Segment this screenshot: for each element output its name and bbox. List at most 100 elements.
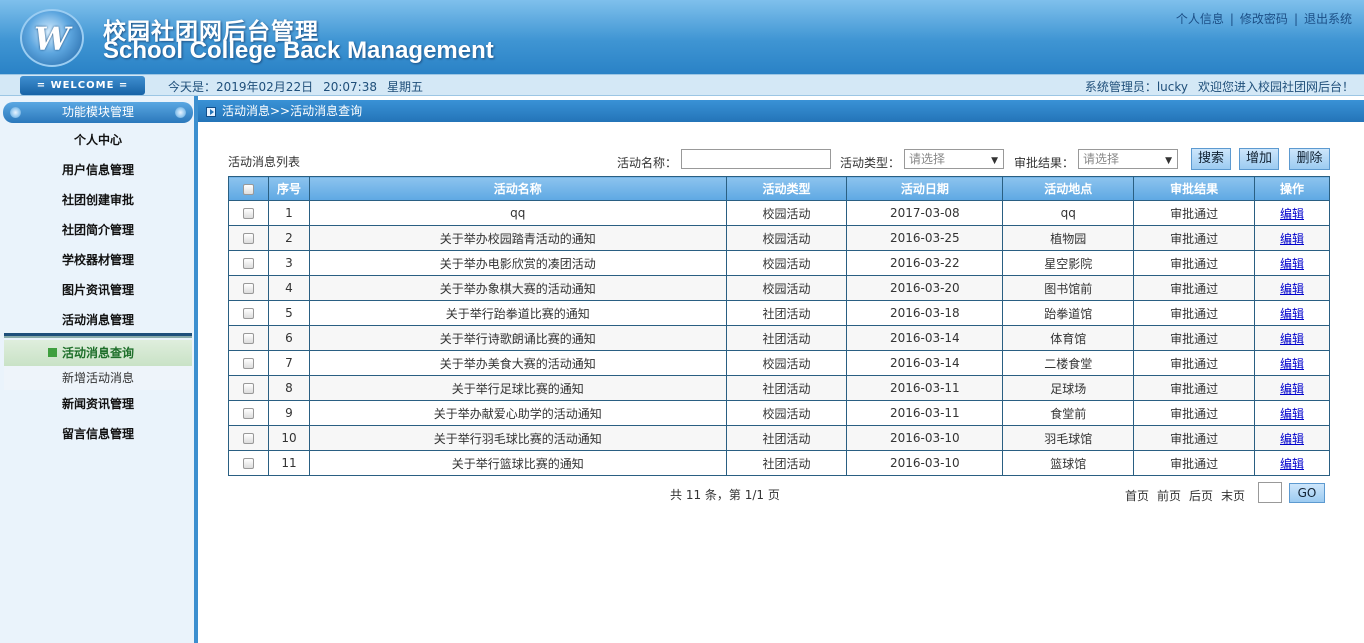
- sidebar-item-images[interactable]: 图片资讯管理: [4, 276, 192, 306]
- activity-name-input[interactable]: [681, 149, 831, 169]
- row-checkbox-cell: [228, 425, 269, 451]
- sidebar-subitem-add-activity[interactable]: 新增活动消息: [4, 366, 192, 390]
- activity-place: 星空影院: [1002, 250, 1135, 276]
- row-number: 2: [267, 225, 310, 251]
- activity-date: 2016-03-10: [846, 450, 1004, 476]
- activity-type: 社团活动: [725, 425, 848, 451]
- approval-result: 审批通过: [1133, 225, 1256, 251]
- approval-result-select[interactable]: 请选择 ▼: [1078, 149, 1178, 169]
- activity-date: 2016-03-20: [846, 275, 1004, 301]
- delete-button[interactable]: 删除: [1289, 148, 1330, 170]
- edit-link[interactable]: 编辑: [1280, 457, 1304, 471]
- sidebar-subitem-label: 活动消息查询: [62, 346, 135, 360]
- last-page-link[interactable]: 末页: [1221, 489, 1245, 503]
- sidebar-item-equipment[interactable]: 学校器材管理: [4, 246, 192, 276]
- row-checkbox[interactable]: [242, 233, 254, 244]
- row-number: 4: [267, 275, 310, 301]
- edit-link[interactable]: 编辑: [1280, 232, 1304, 246]
- link-change-password[interactable]: 修改密码: [1240, 12, 1288, 26]
- edit-link[interactable]: 编辑: [1280, 257, 1304, 271]
- row-checkbox[interactable]: [242, 308, 254, 319]
- activity-type: 社团活动: [725, 450, 848, 476]
- activity-type: 校园活动: [725, 250, 848, 276]
- edit-link[interactable]: 编辑: [1280, 382, 1304, 396]
- column-header: 活动类型: [725, 176, 848, 201]
- sidebar-subitem-activity-query[interactable]: 活动消息查询: [4, 340, 192, 366]
- row-number: 11: [267, 450, 310, 476]
- separator: |: [1293, 12, 1298, 26]
- link-logout[interactable]: 退出系统: [1304, 12, 1352, 26]
- sidebar-item-profile[interactable]: 个人中心: [4, 126, 192, 156]
- row-checkbox[interactable]: [242, 208, 254, 219]
- activity-place: qq: [1002, 200, 1135, 226]
- sidebar-item-users[interactable]: 用户信息管理: [4, 156, 192, 186]
- activity-type: 社团活动: [725, 325, 848, 351]
- sidebar-item-club-approval[interactable]: 社团创建审批: [4, 186, 192, 216]
- table-row: 6 关于举行诗歌朗诵比赛的通知 社团活动 2016-03-14 体育馆 审批通过 编辑: [228, 325, 1330, 351]
- sidebar-item-news[interactable]: 新闻资讯管理: [4, 390, 192, 420]
- activity-name: 关于举办电影欣赏的凑团活动: [308, 250, 727, 276]
- activity-type: 校园活动: [725, 200, 848, 226]
- activity-name: 关于举行篮球比赛的通知: [308, 450, 727, 476]
- sidebar-item-activities[interactable]: 活动消息管理: [4, 306, 192, 336]
- link-profile[interactable]: 个人信息: [1176, 12, 1224, 26]
- edit-link[interactable]: 编辑: [1280, 307, 1304, 321]
- activity-type: 校园活动: [725, 400, 848, 426]
- operation-cell: 编辑: [1254, 350, 1330, 376]
- row-checkbox[interactable]: [242, 383, 254, 394]
- activity-place: 植物园: [1002, 225, 1135, 251]
- search-button[interactable]: 搜索: [1191, 148, 1231, 170]
- edit-link[interactable]: 编辑: [1280, 357, 1304, 371]
- admin-name: 系统管理员：lucky: [1084, 80, 1188, 94]
- row-checkbox[interactable]: [242, 458, 254, 469]
- select-all-header: [228, 176, 269, 201]
- row-checkbox[interactable]: [242, 358, 254, 369]
- header-banner: W 校园社团网后台管理 School College Back Manageme…: [0, 0, 1364, 74]
- row-checkbox[interactable]: [242, 333, 254, 344]
- row-checkbox-cell: [228, 350, 269, 376]
- activity-place: 食堂前: [1002, 400, 1135, 426]
- first-page-link[interactable]: 首页: [1125, 489, 1149, 503]
- activity-type: 校园活动: [725, 275, 848, 301]
- list-title: 活动消息列表: [228, 155, 301, 169]
- bullet-icon: [175, 107, 186, 118]
- sidebar-title: 功能模块管理: [61, 105, 134, 119]
- row-checkbox[interactable]: [242, 433, 254, 444]
- edit-link[interactable]: 编辑: [1280, 282, 1304, 296]
- breadcrumb: 活动消息>>活动消息查询: [198, 100, 1364, 122]
- edit-link[interactable]: 编辑: [1280, 207, 1304, 221]
- prev-page-link[interactable]: 前页: [1157, 489, 1181, 503]
- activity-name: qq: [308, 200, 727, 226]
- row-number: 3: [267, 250, 310, 276]
- add-button[interactable]: 增加: [1239, 148, 1279, 170]
- activity-place: 篮球馆: [1002, 450, 1135, 476]
- sidebar-item-messages[interactable]: 留言信息管理: [4, 420, 192, 450]
- sidebar-item-club-intro[interactable]: 社团简介管理: [4, 216, 192, 246]
- page-number-input[interactable]: [1258, 482, 1282, 503]
- approval-result: 审批通过: [1133, 450, 1256, 476]
- date-text: 今天是：2019年02月22日: [168, 80, 314, 94]
- activity-type: 校园活动: [725, 350, 848, 376]
- edit-link[interactable]: 编辑: [1280, 332, 1304, 346]
- row-checkbox[interactable]: [242, 283, 254, 294]
- column-header: 操作: [1254, 176, 1330, 201]
- go-button[interactable]: GO: [1289, 483, 1325, 503]
- select-value: 请选择: [909, 152, 946, 166]
- activity-type-select[interactable]: 请选择 ▼: [904, 149, 1004, 169]
- select-all-checkbox[interactable]: [242, 183, 254, 195]
- row-number: 7: [267, 350, 310, 376]
- row-checkbox[interactable]: [242, 258, 254, 269]
- table-row: 11 关于举行篮球比赛的通知 社团活动 2016-03-10 篮球馆 审批通过 编辑: [228, 450, 1330, 476]
- edit-link[interactable]: 编辑: [1280, 407, 1304, 421]
- operation-cell: 编辑: [1254, 275, 1330, 301]
- activity-name: 关于举行诗歌朗诵比赛的通知: [308, 325, 727, 351]
- next-page-link[interactable]: 后页: [1189, 489, 1213, 503]
- table-row: 8 关于举行足球比赛的通知 社团活动 2016-03-11 足球场 审批通过 编辑: [228, 375, 1330, 401]
- welcome-badge: = WELCOME =: [20, 76, 145, 95]
- row-checkbox[interactable]: [242, 408, 254, 419]
- edit-link[interactable]: 编辑: [1280, 432, 1304, 446]
- activity-place: 图书馆前: [1002, 275, 1135, 301]
- approval-result: 审批通过: [1133, 350, 1256, 376]
- activity-place: 体育馆: [1002, 325, 1135, 351]
- operation-cell: 编辑: [1254, 250, 1330, 276]
